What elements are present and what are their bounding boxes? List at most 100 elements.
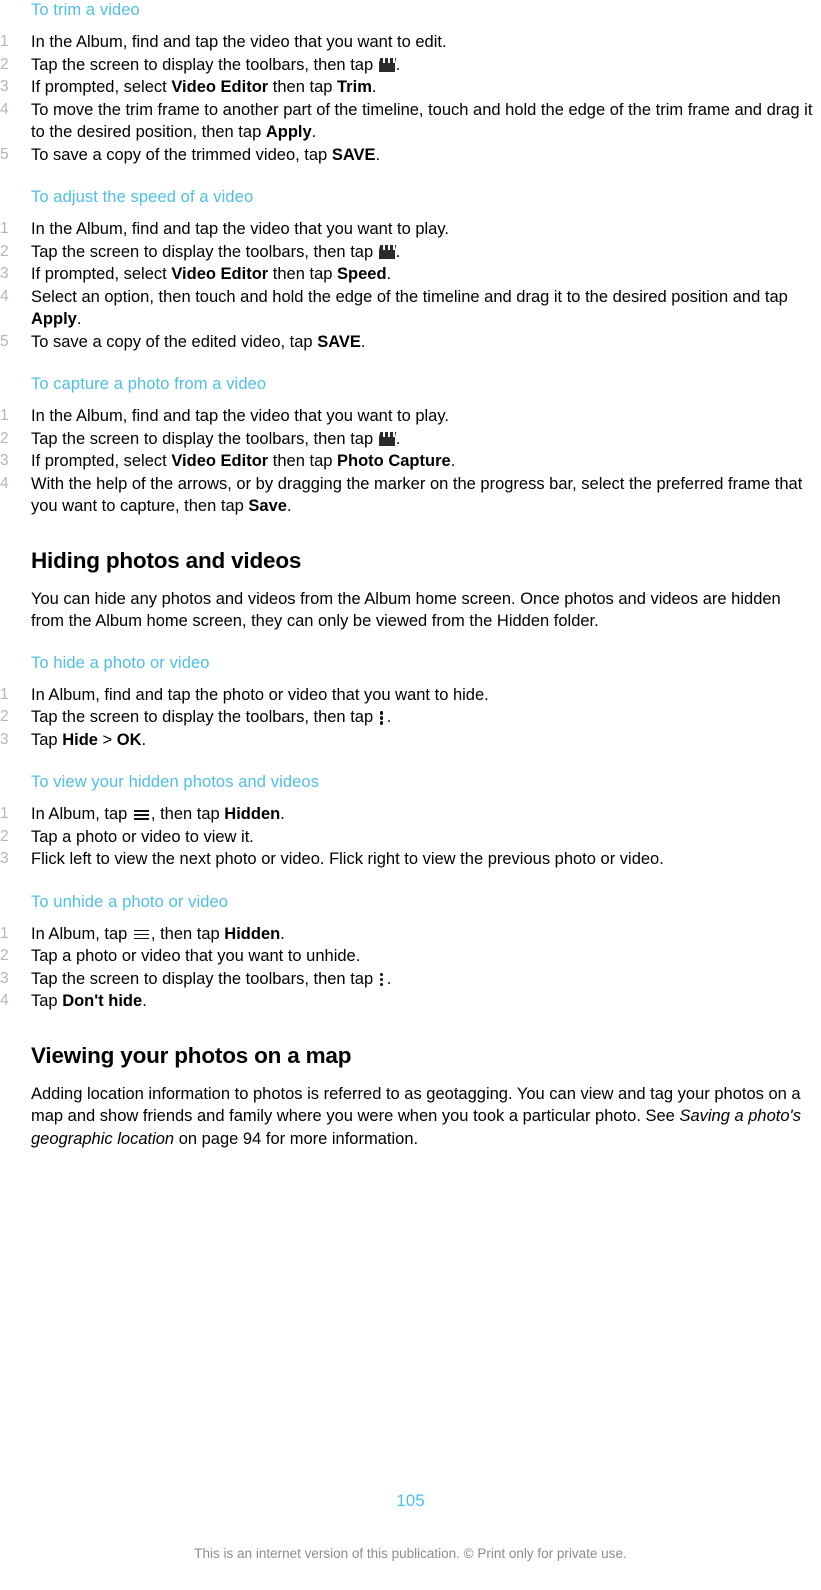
text-run: . bbox=[286, 497, 292, 515]
step-number: 4 bbox=[0, 287, 9, 305]
emphasis-bold: SAVE bbox=[331, 145, 376, 164]
procedure-heading-capture-photo: To capture a photo from a video bbox=[31, 375, 267, 393]
text-run: . bbox=[142, 992, 147, 1010]
overflow-menu-kebab-icon bbox=[379, 710, 384, 725]
text-run: . bbox=[360, 332, 366, 351]
text-run: , then tap bbox=[150, 805, 225, 823]
step-number: 3 bbox=[0, 969, 9, 987]
step-text: If prompted, select Video Editor then ta… bbox=[31, 450, 818, 473]
step-text: To save a copy of the edited video, tap … bbox=[31, 331, 818, 354]
step-item: 2 Tap the screen to display the toolbars,… bbox=[0, 428, 821, 451]
step-text: Tap a photo or video to view it. bbox=[31, 826, 818, 849]
text-run: Flick left to view the next photo or vid… bbox=[31, 850, 664, 868]
step-text: In Album, tap , then tap Hidden. bbox=[31, 803, 818, 826]
step-number: 3 bbox=[0, 78, 9, 95]
step-text: Tap the screen to display the toolbars, … bbox=[31, 241, 818, 264]
text-run: To move the trim frame to another part o… bbox=[31, 100, 813, 142]
step-text: In the Album, find and tap the video tha… bbox=[31, 405, 818, 428]
emphasis-bold: Apply bbox=[265, 123, 312, 141]
text-run: then tap bbox=[268, 265, 338, 283]
step-item: 3 If prompted, select Video Editor then t… bbox=[0, 76, 821, 99]
text-run: . bbox=[395, 429, 401, 448]
step-text: To move the trim frame to another part o… bbox=[31, 99, 818, 144]
emphasis-bold: SAVE bbox=[317, 332, 361, 351]
text-run: . bbox=[386, 708, 392, 726]
text-run: In Album, tap bbox=[31, 805, 132, 823]
hamburger-menu-icon bbox=[133, 808, 149, 820]
text-run: In the Album, find and tap the video tha… bbox=[31, 407, 449, 425]
step-number: 3 bbox=[0, 265, 9, 282]
step-item: 2 Tap a photo or video that you want to u… bbox=[0, 945, 821, 968]
emphasis-bold: Video Editor bbox=[171, 78, 269, 96]
text-run: . bbox=[386, 969, 392, 988]
steps-list-trim-video: 1 In the Album, find and tap the video th… bbox=[0, 31, 821, 166]
text-run: To save a copy of the edited video, tap bbox=[31, 332, 318, 351]
step-item: 1 In the Album, find and tap the video th… bbox=[0, 218, 821, 241]
step-number: 1 bbox=[0, 33, 9, 50]
section-heading-viewing-photos-on-a-map: Viewing your photos on a map bbox=[31, 1042, 352, 1068]
video-editor-clapperboard-icon bbox=[378, 57, 396, 72]
text-run: . bbox=[450, 452, 456, 470]
text-run: . bbox=[141, 730, 147, 749]
step-text: Tap the screen to display the toolbars, … bbox=[31, 54, 818, 77]
step-item: 4 To move the trim frame to another part … bbox=[0, 99, 821, 144]
text-run: If prompted, select bbox=[31, 265, 172, 283]
step-item: 3 Tap the screen to display the toolbars,… bbox=[0, 968, 821, 991]
emphasis-bold: Hidden bbox=[224, 805, 281, 823]
emphasis-bold: Trim bbox=[337, 78, 372, 96]
steps-list-adjust-speed: 1 In the Album, find and tap the video th… bbox=[0, 218, 821, 353]
step-item: 4 Select an option, then touch and hold t… bbox=[0, 286, 821, 331]
step-number: 1 bbox=[0, 220, 9, 237]
steps-list-view-hidden: 1 In Album, tap , then tap Hidden. 2 Tap a … bbox=[0, 803, 821, 871]
emphasis-bold: Hidden bbox=[224, 924, 281, 943]
step-text: In Album, find and tap the photo or vide… bbox=[31, 684, 818, 707]
step-text: Select an option, then touch and hold th… bbox=[31, 286, 818, 331]
footer-copyright-note: This is an internet version of this publ… bbox=[194, 1546, 627, 1561]
step-text: Tap the screen to display the toolbars, … bbox=[31, 706, 818, 729]
text-run: Tap bbox=[31, 992, 63, 1010]
step-number: 3 bbox=[0, 452, 9, 469]
video-editor-clapperboard-icon bbox=[378, 431, 396, 446]
text-run: , then tap bbox=[150, 924, 225, 943]
steps-list-hide-photo: 1 In Album, find and tap the photo or vid… bbox=[0, 684, 821, 752]
text-run: Tap the screen to display the toolbars, … bbox=[31, 429, 378, 448]
emphasis-bold: Apply bbox=[31, 310, 77, 328]
text-run: > bbox=[97, 730, 117, 749]
step-number: 2 bbox=[0, 55, 9, 73]
step-number: 2 bbox=[0, 827, 9, 845]
text-run: . bbox=[76, 310, 82, 328]
step-item: 3 If prompted, select Video Editor then t… bbox=[0, 263, 821, 286]
section-paragraph-viewing-map: Adding location information to photos is… bbox=[0, 1083, 821, 1151]
text-run: . bbox=[371, 78, 377, 96]
steps-list-unhide-photo: 1 In Album, tap , then tap Hidden. 2 Tap a … bbox=[0, 923, 821, 1013]
text-run: If prompted, select bbox=[31, 452, 172, 470]
text-run: . bbox=[280, 924, 285, 943]
step-item: 2 Tap a photo or video to view it. bbox=[0, 826, 821, 849]
step-item: 2 Tap the screen to display the toolbars,… bbox=[0, 706, 821, 729]
text-run: In Album, find and tap the photo or vide… bbox=[31, 685, 489, 704]
text-run: To save a copy of the trimmed video, tap bbox=[31, 145, 332, 164]
step-number: 4 bbox=[0, 100, 9, 118]
video-editor-clapperboard-icon bbox=[378, 244, 396, 259]
step-item: 4 With the help of the arrows, or by drag… bbox=[0, 473, 821, 518]
step-number: 1 bbox=[0, 805, 9, 822]
step-item: 1 In Album, tap , then tap Hidden. bbox=[0, 803, 821, 826]
text-run: . bbox=[375, 145, 381, 164]
step-text: In Album, tap , then tap Hidden. bbox=[31, 923, 818, 946]
text-run: . bbox=[311, 123, 317, 141]
page-number: 105 bbox=[396, 1491, 425, 1510]
step-number: 2 bbox=[0, 708, 9, 725]
hamburger-menu-icon bbox=[133, 928, 149, 940]
